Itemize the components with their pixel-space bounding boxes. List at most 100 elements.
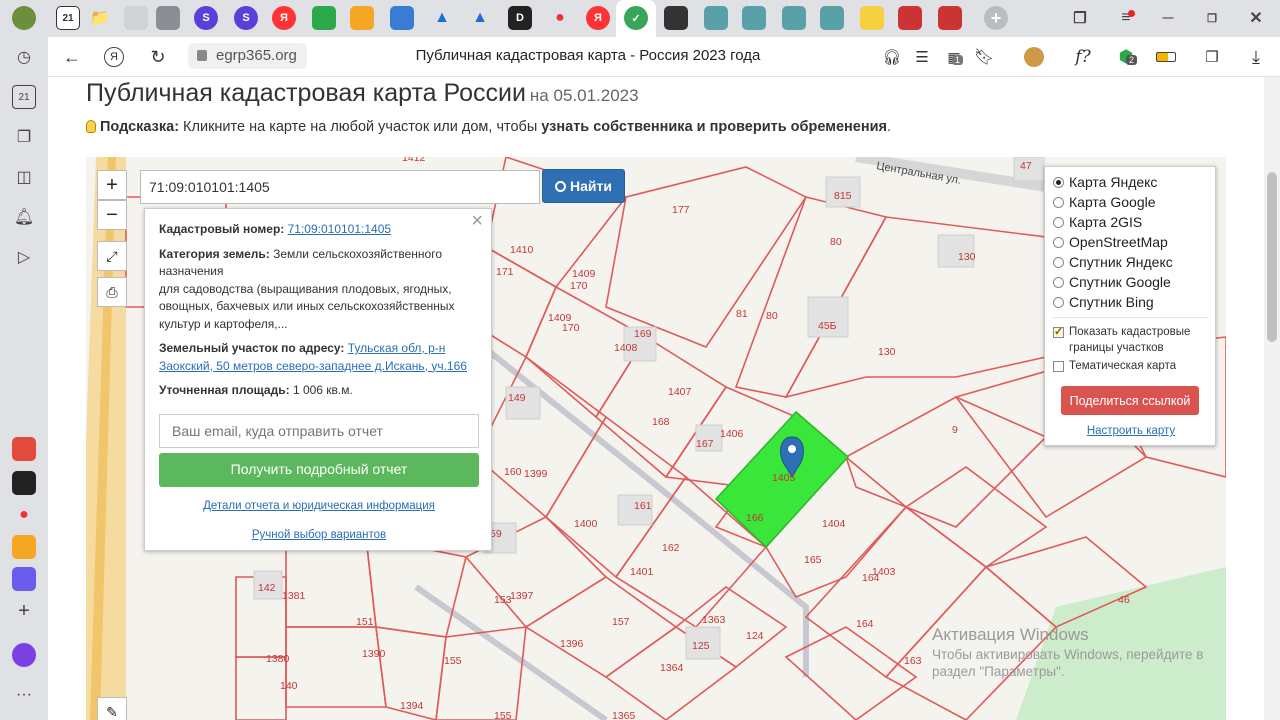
tab-icon-s1[interactable]: S [194, 6, 218, 30]
tab-icon-cube[interactable] [390, 6, 414, 30]
scroll-thumb[interactable] [1267, 172, 1277, 342]
collections-icon[interactable]: ❐ [12, 125, 36, 149]
show-borders-checkbox-row[interactable]: Показать кадастровые границы участков [1053, 324, 1190, 356]
reader-icon[interactable]: ☰ [910, 45, 934, 69]
find-button[interactable]: Найти [542, 169, 625, 203]
calendar-icon[interactable]: 21 [12, 85, 36, 109]
tab-icon-yandex-1[interactable]: Я [272, 6, 296, 30]
tab-icon-6[interactable] [782, 6, 806, 30]
radio-icon[interactable] [1053, 216, 1064, 228]
tab-icon-clover[interactable] [312, 6, 336, 30]
ruler-button[interactable]: ✎ [97, 697, 127, 720]
download-icon[interactable]: ⤓ [1244, 45, 1268, 69]
print-button[interactable]: ⎙ [97, 277, 127, 307]
show-borders-checkbox[interactable] [1053, 324, 1064, 340]
page-scrollbar[interactable] [1264, 77, 1280, 720]
tab-icon-d[interactable]: D [508, 6, 532, 30]
layer-option-2gis-map[interactable]: Карта 2GIS [1053, 214, 1142, 230]
layer-option-osm[interactable]: OpenStreetMap [1053, 234, 1168, 250]
radio-icon[interactable] [1053, 236, 1064, 248]
active-tab[interactable]: ✓ [616, 0, 656, 37]
url-field[interactable]: egrp365.org [188, 43, 307, 69]
cat-use-1: для садоводства (выращивания плодовых, я… [159, 281, 452, 296]
tab-icon-s2[interactable]: S [234, 6, 258, 30]
sidebar-toggle-icon[interactable]: ❐ [1200, 45, 1224, 69]
tab-icon-5[interactable] [742, 6, 766, 30]
radio-icon[interactable] [1053, 296, 1064, 308]
thematic-map-checkbox[interactable] [1053, 360, 1064, 372]
radio-selected-icon[interactable] [1053, 176, 1064, 188]
layer-label: Карта Google [1069, 194, 1156, 210]
tab-icon-9[interactable] [898, 6, 922, 30]
radio-icon[interactable] [1053, 196, 1064, 208]
minimize-button[interactable]: — [1156, 6, 1180, 30]
battery-icon[interactable] [1154, 45, 1178, 69]
app-icon-1[interactable] [12, 437, 36, 461]
tab-icon-a1[interactable]: ▲ [430, 6, 454, 30]
cadastral-number-link[interactable]: 71:09:010101:1405 [288, 222, 391, 236]
manual-selection-link[interactable]: Ручной выбор вариантов [145, 527, 493, 545]
layer-option-google-map[interactable]: Карта Google [1053, 194, 1156, 210]
screenshot-icon[interactable]: ◫ [12, 165, 36, 189]
hint-line: Подсказка: Кликните на карте на любой уч… [86, 119, 891, 135]
url-domain: egrp365.org [216, 47, 297, 64]
restore-button[interactable]: ❐ [1200, 6, 1224, 30]
tab-icon-1[interactable] [124, 6, 148, 30]
menu-icon[interactable]: ≡ [1114, 6, 1138, 30]
headphones-icon[interactable]: 🎧︎ [880, 45, 904, 69]
tab-icon-2[interactable] [156, 6, 180, 30]
alice-icon[interactable] [12, 643, 36, 667]
back-button[interactable]: ← [60, 45, 84, 69]
new-folder-tab-icon[interactable]: 📁 [88, 6, 112, 30]
report-details-link[interactable]: Детали отчета и юридическая информация [145, 498, 493, 516]
radio-icon[interactable] [1053, 256, 1064, 268]
mail-app-icon[interactable] [12, 535, 36, 559]
cadastral-search-input[interactable] [140, 170, 540, 204]
layer-option-bing-satellite[interactable]: Спутник Bing [1053, 294, 1154, 310]
app-icon-2[interactable] [12, 471, 36, 495]
layer-option-yandex-map[interactable]: Карта Яндекс [1053, 174, 1157, 190]
tab-icon-8[interactable] [860, 6, 884, 30]
extension-icon-2[interactable] [1024, 47, 1044, 67]
tab-icon-3[interactable] [664, 6, 688, 30]
yandex-button[interactable]: Я [104, 47, 124, 67]
browser-logo-icon[interactable] [12, 6, 36, 30]
add-app-icon[interactable]: + [12, 599, 36, 623]
bookmark-icon[interactable]: 🔖︎ [972, 45, 996, 69]
layer-option-yandex-satellite[interactable]: Спутник Яндекс [1053, 254, 1173, 270]
maps-app-icon[interactable]: ● [12, 503, 36, 527]
configure-map-link[interactable]: Настроить карту [1045, 425, 1217, 437]
tab-icon-4[interactable] [704, 6, 728, 30]
get-report-button[interactable]: Получить подробный отчет [159, 453, 479, 487]
tab-icon-pin[interactable]: ● [548, 6, 572, 30]
new-tab-button[interactable]: + [984, 6, 1008, 30]
tab-calendar[interactable]: 21 [56, 6, 80, 30]
address-link-1[interactable]: Тульская обл, р-н [348, 341, 446, 355]
tab-icon-7[interactable] [820, 6, 844, 30]
reload-button[interactable]: ↻ [146, 45, 170, 69]
formula-icon[interactable]: f? [1068, 45, 1098, 69]
close-window-button[interactable]: ✕ [1244, 6, 1268, 30]
radio-icon[interactable] [1053, 276, 1064, 288]
bell-icon[interactable]: 🔔︎ [12, 205, 36, 229]
app-icon-3[interactable] [12, 567, 36, 591]
tab-icon-a2[interactable]: ▲ [468, 6, 492, 30]
history-icon[interactable]: ◷ [12, 45, 36, 69]
zoom-out-button[interactable]: − [97, 200, 127, 230]
layer-option-google-satellite[interactable]: Спутник Google [1053, 274, 1171, 290]
parcel-number-label: 1364 [660, 662, 684, 674]
cadastral-map[interactable]: Центральная ул. 1412 177 47 815 80 130 1410 171… [86, 157, 1226, 720]
tab-icon-mail[interactable] [350, 6, 374, 30]
thematic-map-checkbox-row[interactable]: Тематическая карта [1053, 360, 1176, 372]
more-icon[interactable]: ··· [12, 683, 36, 707]
fullscreen-button[interactable]: ⤢ [97, 241, 127, 271]
zoom-in-button[interactable]: + [97, 170, 127, 200]
tab-icon-yandex-2[interactable]: Я [586, 6, 610, 30]
tab-icon-10[interactable] [938, 6, 962, 30]
address-link-2[interactable]: Заокский, 50 метров северо-западнее д.Ис… [159, 359, 467, 373]
share-link-button[interactable]: Поделиться ссылкой [1061, 386, 1199, 415]
address-row: Земельный участок по адресу: Тульская об… [159, 340, 479, 375]
email-input[interactable] [159, 414, 479, 448]
play-icon[interactable]: ▷ [12, 245, 36, 269]
tab-manager-icon[interactable]: ❐ [1068, 6, 1092, 30]
